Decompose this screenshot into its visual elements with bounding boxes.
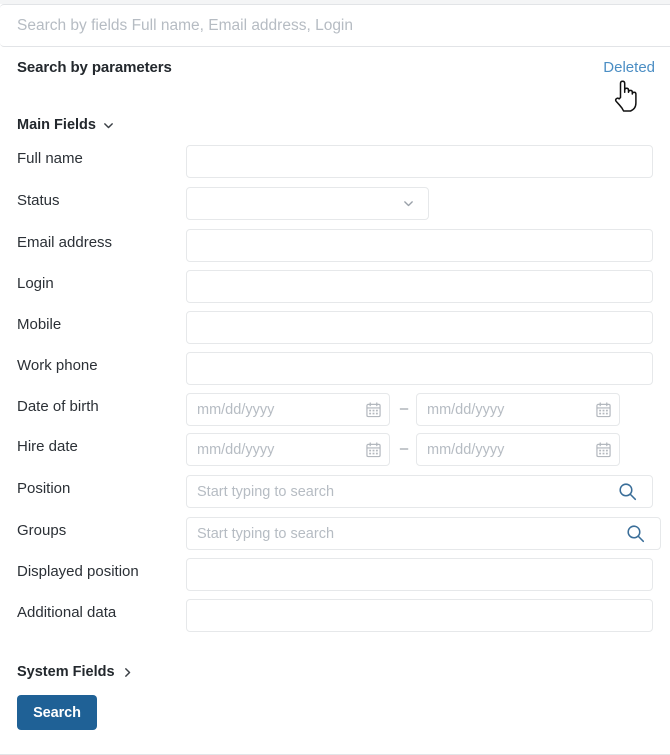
quick-search-input[interactable] bbox=[17, 5, 617, 46]
date-range-separator: – bbox=[399, 440, 409, 457]
label-status: Status bbox=[17, 192, 60, 209]
field-row-displayed-position: Displayed position bbox=[0, 558, 670, 595]
additional-data-input[interactable] bbox=[186, 599, 653, 632]
field-row-additional-data: Additional data bbox=[0, 599, 670, 636]
label-login: Login bbox=[17, 275, 54, 292]
label-full-name: Full name bbox=[17, 150, 83, 167]
field-row-email-address: Email address bbox=[0, 229, 670, 266]
label-hire-date: Hire date bbox=[17, 438, 78, 455]
field-row-status: Status bbox=[0, 187, 670, 224]
label-additional-data: Additional data bbox=[17, 604, 117, 621]
label-displayed-position: Displayed position bbox=[17, 563, 139, 580]
login-input[interactable] bbox=[186, 270, 653, 303]
hire-date-to-input[interactable] bbox=[416, 433, 620, 466]
field-row-groups: Groups bbox=[0, 517, 670, 554]
panel-header: Search by parameters Deleted bbox=[0, 48, 670, 96]
section-label-main-fields: Main Fields bbox=[17, 117, 96, 133]
work-phone-input[interactable] bbox=[186, 352, 653, 385]
email-address-input[interactable] bbox=[186, 229, 653, 262]
panel-bottom-edge bbox=[0, 749, 670, 755]
search-icon[interactable] bbox=[618, 482, 637, 501]
chevron-right-icon bbox=[124, 667, 130, 677]
date-of-birth-from-input[interactable] bbox=[186, 393, 390, 426]
page-title: Search by parameters bbox=[17, 59, 172, 76]
chevron-down-icon bbox=[104, 122, 113, 128]
date-range-separator: – bbox=[399, 400, 409, 417]
search-button[interactable]: Search bbox=[17, 695, 97, 730]
label-mobile: Mobile bbox=[17, 316, 62, 333]
field-row-date-of-birth: Date of birth – bbox=[0, 393, 670, 430]
label-work-phone: Work phone bbox=[17, 357, 98, 374]
field-row-work-phone: Work phone bbox=[0, 352, 670, 389]
search-panel: Search by parameters Deleted Main Fields… bbox=[0, 0, 670, 755]
field-row-login: Login bbox=[0, 270, 670, 307]
status-select[interactable] bbox=[186, 187, 429, 220]
deleted-link[interactable]: Deleted bbox=[603, 59, 655, 76]
full-name-input[interactable] bbox=[186, 145, 653, 178]
field-row-position: Position bbox=[0, 475, 670, 512]
groups-input[interactable] bbox=[186, 517, 661, 550]
label-groups: Groups bbox=[17, 522, 67, 539]
hire-date-from-input[interactable] bbox=[186, 433, 390, 466]
label-email-address: Email address bbox=[17, 234, 113, 251]
search-form: Full name Status Email address Login Mob… bbox=[0, 0, 670, 755]
search-icon[interactable] bbox=[626, 524, 645, 543]
field-row-hire-date: Hire date – bbox=[0, 433, 670, 470]
label-position: Position bbox=[17, 480, 71, 497]
section-header-system-fields[interactable]: System Fields bbox=[17, 664, 133, 680]
field-row-full-name: Full name bbox=[0, 145, 670, 182]
mobile-input[interactable] bbox=[186, 311, 653, 344]
quick-search-bar[interactable] bbox=[0, 4, 670, 47]
label-date-of-birth: Date of birth bbox=[17, 398, 99, 415]
section-header-main-fields[interactable]: Main Fields bbox=[17, 117, 114, 133]
date-of-birth-to-input[interactable] bbox=[416, 393, 620, 426]
displayed-position-input[interactable] bbox=[186, 558, 653, 591]
field-row-mobile: Mobile bbox=[0, 311, 670, 348]
position-input[interactable] bbox=[186, 475, 653, 508]
section-label-system-fields: System Fields bbox=[17, 664, 115, 680]
